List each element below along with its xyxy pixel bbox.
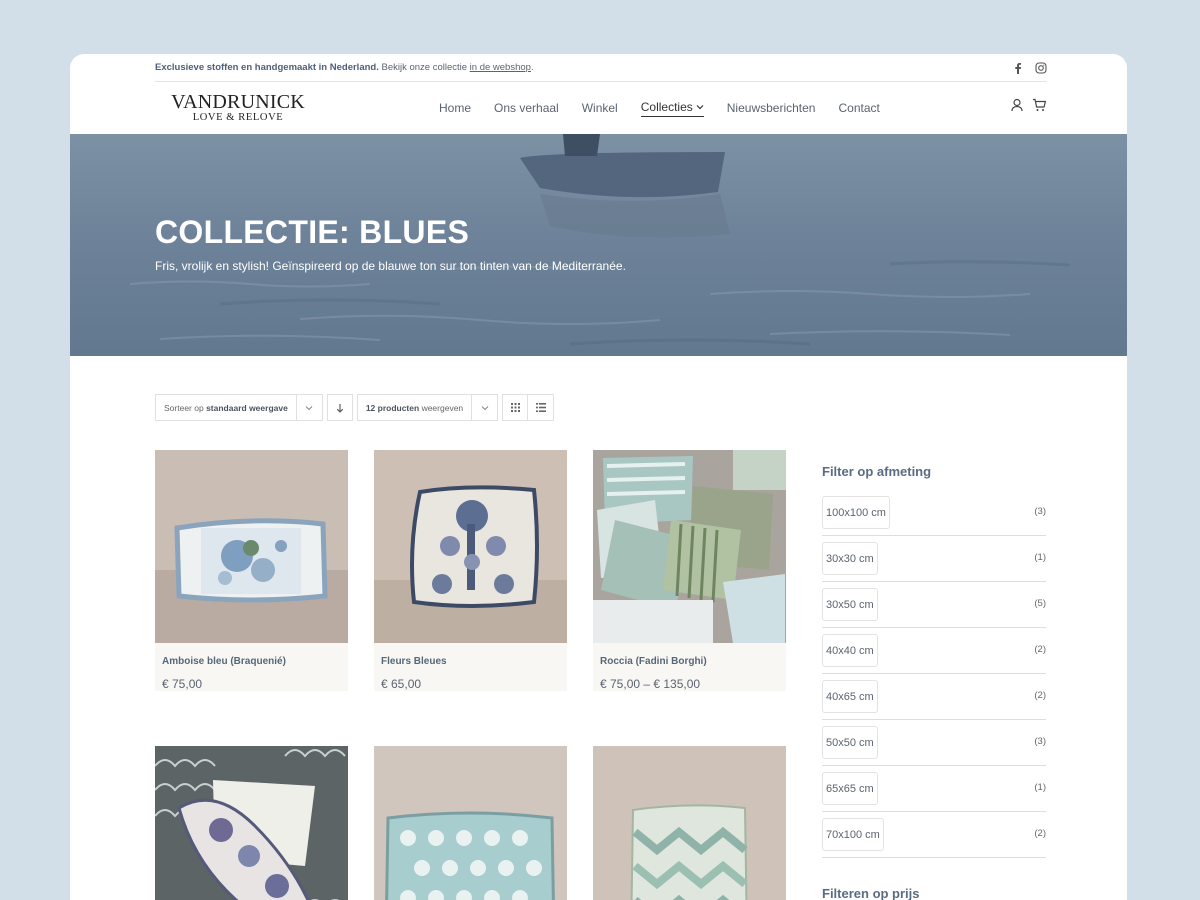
- chevron-down-icon: [481, 405, 489, 410]
- site-logo[interactable]: VANDRUNICK LOVE & RELOVE: [163, 92, 313, 124]
- filter-chip[interactable]: 100x100 cm: [822, 496, 890, 529]
- filter-count: (2): [1034, 828, 1046, 839]
- filter-chip[interactable]: 50x50 cm: [822, 726, 878, 759]
- grid-icon: [510, 403, 520, 412]
- instagram-icon[interactable]: [1035, 61, 1047, 74]
- filter-item[interactable]: 100x100 cm (3): [822, 496, 1046, 536]
- filter-count: (1): [1034, 782, 1046, 793]
- webshop-link[interactable]: in de webshop: [470, 62, 531, 73]
- collection-subtitle: Fris, vrolijk en stylish! Geïnspireerd o…: [155, 259, 626, 273]
- product-image[interactable]: [155, 450, 348, 643]
- cart-icon[interactable]: [1032, 98, 1047, 117]
- logo-title: VANDRUNICK: [171, 90, 305, 113]
- product-name[interactable]: Fleurs Bleues: [374, 643, 567, 674]
- filter-count: (3): [1034, 736, 1046, 747]
- product-card[interactable]: Roccia (Fadini Borghi) € 75,00 – € 135,0…: [593, 450, 786, 691]
- filter-size-title: Filter op afmeting: [822, 464, 932, 479]
- product-card[interactable]: Fleurs Bleues € 65,00: [374, 450, 567, 691]
- per-page-count: 12 producten: [365, 402, 420, 413]
- product-image[interactable]: [155, 746, 348, 900]
- logo-tagline: LOVE & RELOVE: [192, 111, 284, 123]
- sort-prefix: Sorteer op: [164, 402, 204, 413]
- product-card[interactable]: [593, 746, 786, 900]
- announcement-plain: Bekijk onze collectie: [381, 62, 468, 73]
- announcement-bar: Exclusieve stoffen en handgemaakt in Ned…: [155, 54, 1047, 82]
- filter-count: (2): [1034, 690, 1046, 701]
- collection-title: COLLECTIE: BLUES: [155, 214, 470, 250]
- nav-nieuwsberichten[interactable]: Nieuwsberichten: [727, 99, 816, 117]
- product-image[interactable]: [593, 746, 786, 900]
- filter-chip[interactable]: 30x30 cm: [822, 542, 878, 575]
- filter-count: (2): [1034, 644, 1046, 655]
- account-icon[interactable]: [1010, 98, 1024, 117]
- site-header: VANDRUNICK LOVE & RELOVE Home Ons verhaa…: [155, 82, 1047, 133]
- product-image[interactable]: [374, 746, 567, 900]
- announcement-bold: Exclusieve stoffen en handgemaakt in Ned…: [155, 62, 379, 73]
- product-name[interactable]: Amboise bleu (Braquenié): [155, 643, 348, 674]
- nav-collecties-label: Collecties: [640, 99, 693, 114]
- filter-item[interactable]: 50x50 cm (3): [822, 726, 1046, 766]
- nav-home[interactable]: Home: [439, 99, 471, 117]
- sort-direction-button[interactable]: [326, 394, 353, 421]
- filter-item[interactable]: 65x65 cm (1): [822, 772, 1046, 812]
- filter-item[interactable]: 70x100 cm (2): [822, 818, 1046, 858]
- filter-chip[interactable]: 40x65 cm: [822, 680, 878, 713]
- nav-collecties[interactable]: Collecties: [640, 99, 704, 117]
- sort-select-value: Sorteer op standaard weergave: [155, 394, 297, 421]
- view-toggle: [502, 394, 555, 421]
- product-card[interactable]: Amboise bleu (Braquenié) € 75,00: [155, 450, 348, 691]
- filter-item[interactable]: 30x30 cm (1): [822, 542, 1046, 582]
- sort-select[interactable]: Sorteer op standaard weergave: [155, 394, 323, 421]
- grid-view-button[interactable]: [502, 394, 529, 421]
- product-price: € 75,00: [162, 677, 203, 691]
- announcement-text: Exclusieve stoffen en handgemaakt in Ned…: [155, 62, 534, 73]
- filter-item[interactable]: 40x40 cm (2): [822, 634, 1046, 674]
- sort-value: standaard weergave: [206, 402, 288, 413]
- nav-ons-verhaal[interactable]: Ons verhaal: [494, 99, 559, 117]
- nav-winkel[interactable]: Winkel: [582, 99, 618, 117]
- facebook-icon[interactable]: [1013, 62, 1023, 74]
- arrow-down-icon: [336, 403, 344, 413]
- product-image[interactable]: [593, 450, 786, 643]
- per-page-suffix: weergeven: [421, 402, 464, 413]
- per-page-select[interactable]: 12 producten weergeven: [356, 394, 499, 421]
- hero-banner: COLLECTIE: BLUES Fris, vrolijk en stylis…: [70, 134, 1127, 356]
- header-icons: [1010, 82, 1047, 133]
- product-card[interactable]: [155, 746, 348, 900]
- chevron-down-icon: [696, 104, 704, 109]
- product-price: € 75,00 – € 135,00: [600, 677, 701, 691]
- product-card[interactable]: [374, 746, 567, 900]
- filter-chip[interactable]: 70x100 cm: [822, 818, 884, 851]
- filter-chip[interactable]: 40x40 cm: [822, 634, 878, 667]
- shop-toolbar: Sorteer op standaard weergave 12 product…: [155, 394, 555, 421]
- social-links: [1013, 61, 1047, 74]
- filter-count: (3): [1034, 506, 1046, 517]
- filter-item[interactable]: 30x50 cm (5): [822, 588, 1046, 628]
- filter-price-title: Filteren op prijs: [822, 886, 920, 900]
- product-price: € 65,00: [381, 677, 422, 691]
- list-view-button[interactable]: [528, 394, 555, 421]
- filter-item[interactable]: 40x65 cm (2): [822, 680, 1046, 720]
- product-image[interactable]: [374, 450, 567, 643]
- announcement-suffix: .: [530, 62, 534, 73]
- per-page-value: 12 producten weergeven: [356, 394, 473, 421]
- filter-chip[interactable]: 30x50 cm: [822, 588, 878, 621]
- chevron-down-icon: [305, 405, 313, 410]
- page-frame: Exclusieve stoffen en handgemaakt in Ned…: [70, 54, 1127, 900]
- list-icon: [535, 403, 546, 412]
- filter-chip[interactable]: 65x65 cm: [822, 772, 878, 805]
- main-nav: Home Ons verhaal Winkel Collecties Nieuw…: [439, 82, 880, 133]
- per-page-chevron[interactable]: [472, 394, 499, 421]
- sort-chevron[interactable]: [296, 394, 323, 421]
- product-name[interactable]: Roccia (Fadini Borghi): [593, 643, 786, 674]
- nav-contact[interactable]: Contact: [838, 99, 879, 117]
- filter-count: (1): [1034, 552, 1046, 563]
- filter-count: (5): [1034, 598, 1046, 609]
